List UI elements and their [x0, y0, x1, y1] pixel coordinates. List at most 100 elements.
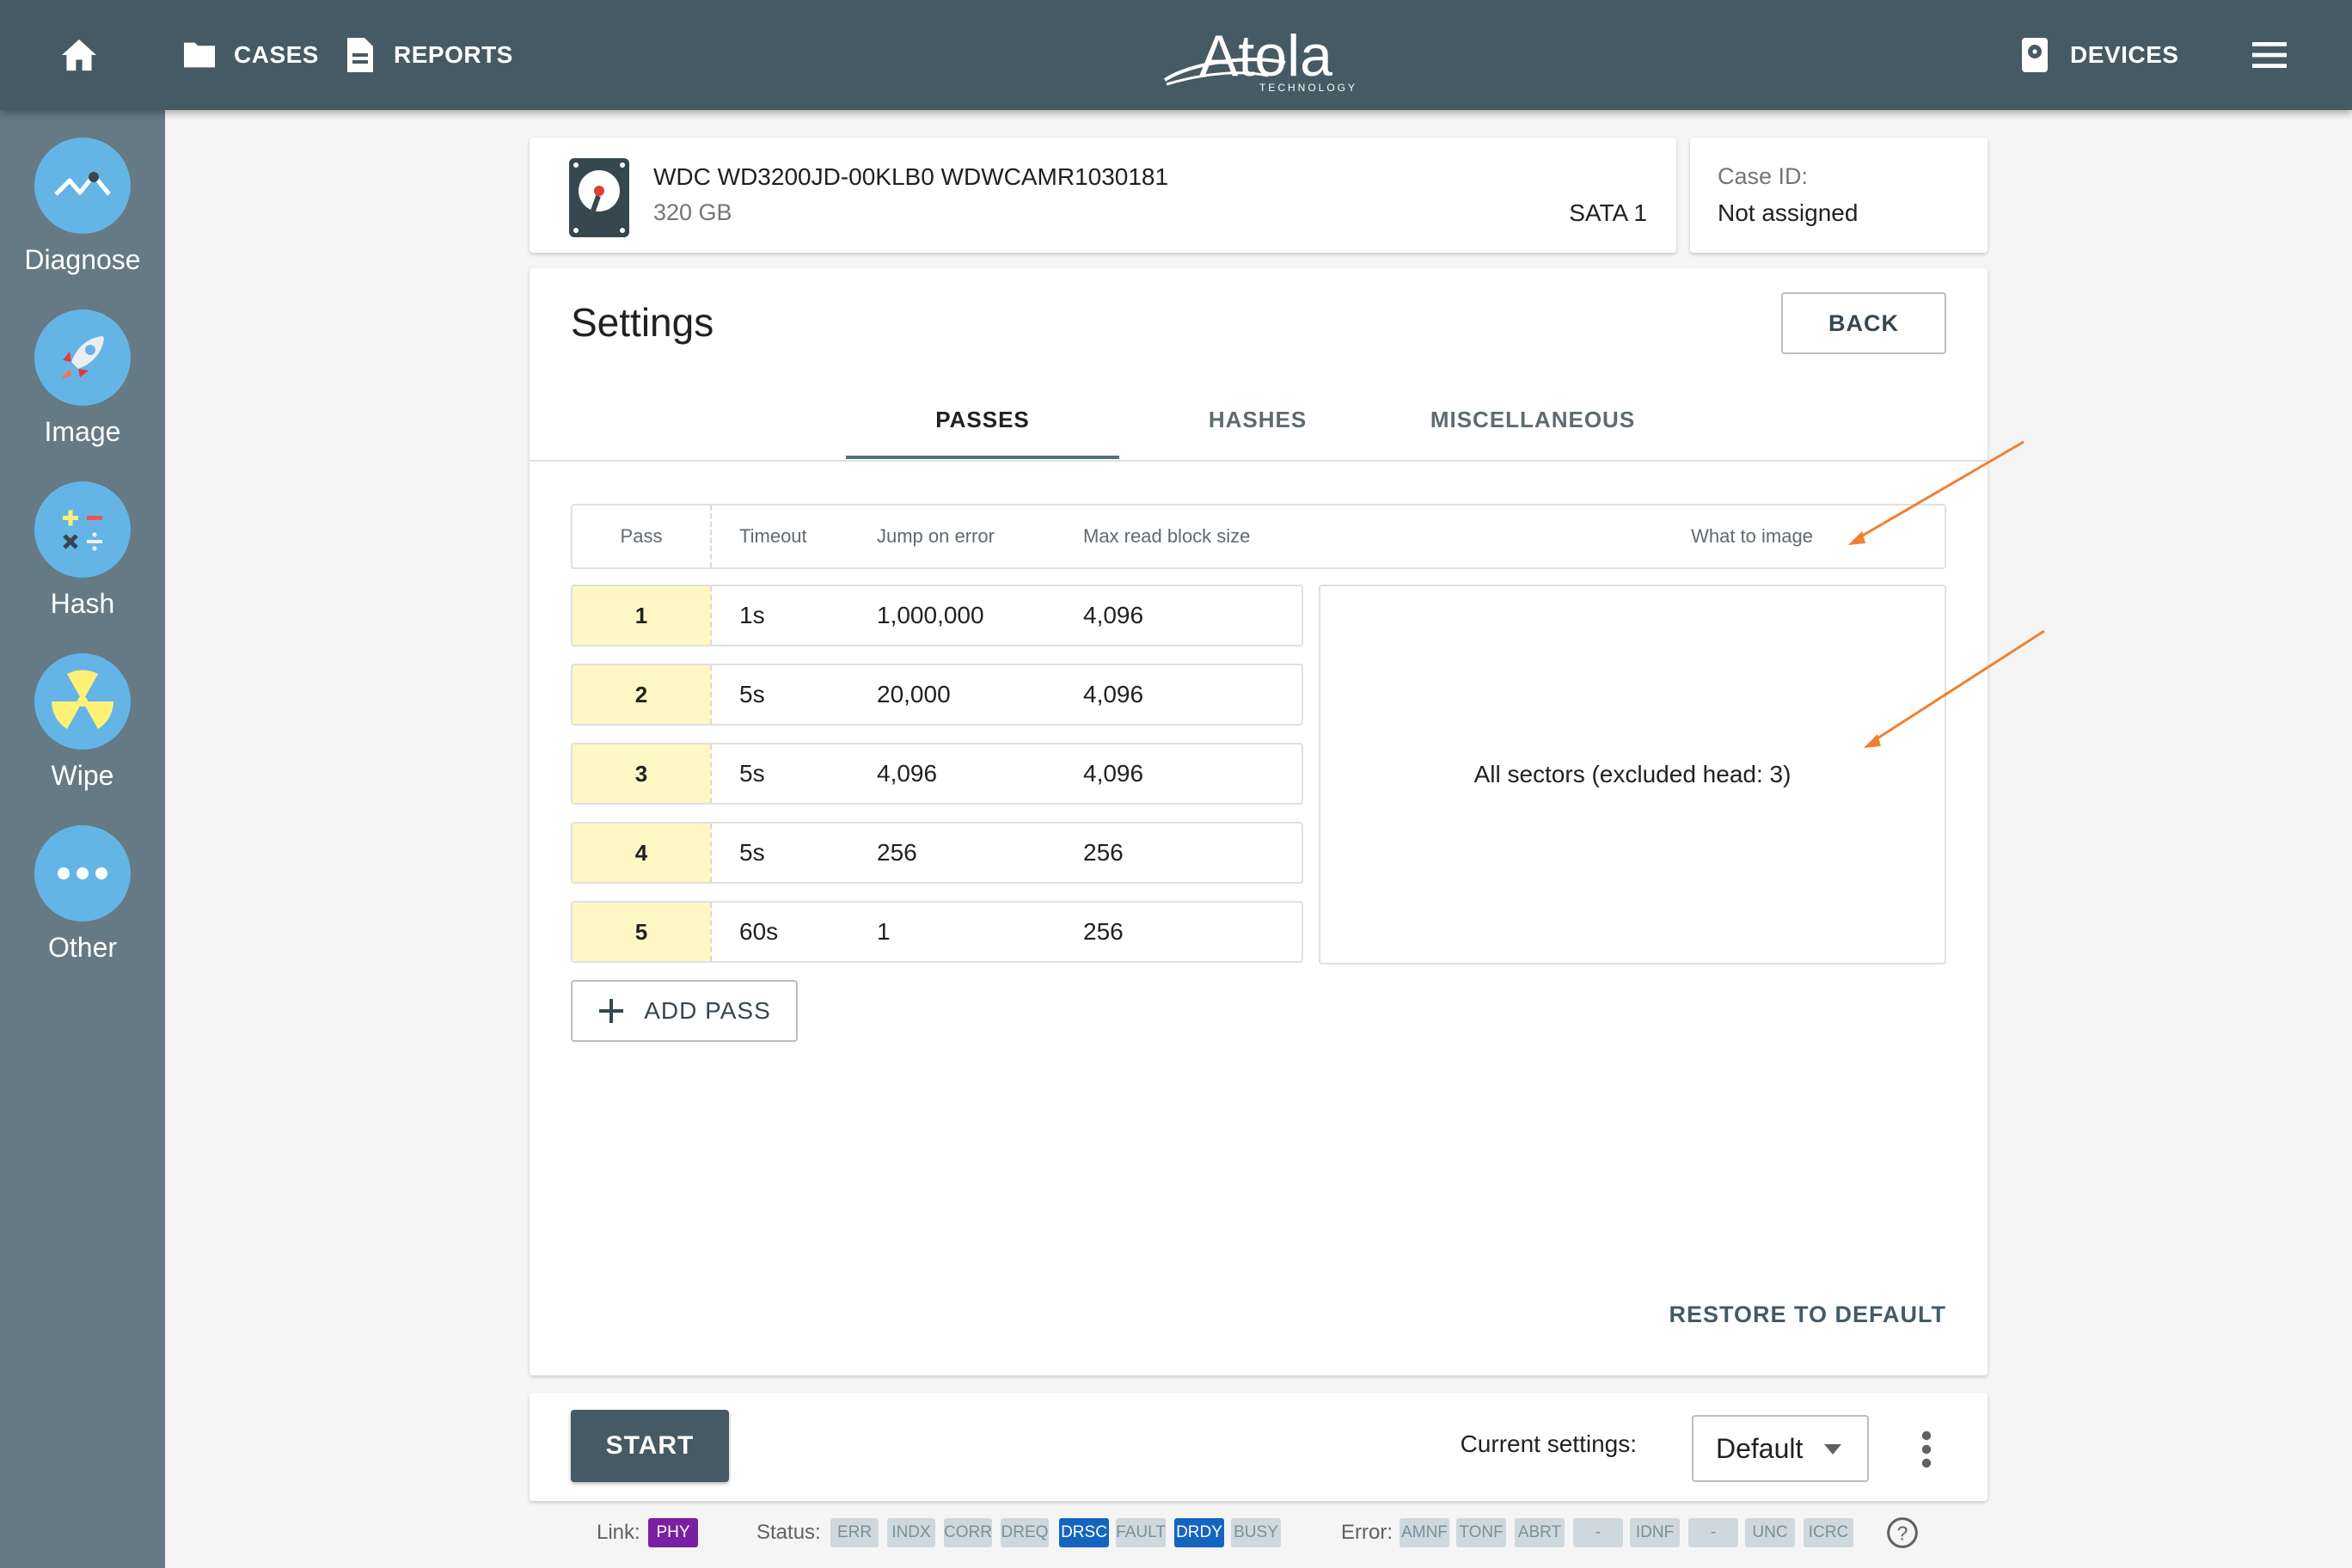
pass-timeout: 1s [739, 602, 765, 628]
sidebar-item-label: Image [44, 416, 121, 447]
cases-label: CASES [234, 41, 319, 68]
case-card[interactable]: Case ID: Not assigned [1690, 138, 1988, 253]
device-card: WDC WD3200JD-00KLB0 WDWCAMR1030181 320 G… [530, 138, 1676, 253]
error-chip: - [1573, 1518, 1623, 1547]
tab-passes[interactable]: PASSES [846, 378, 1119, 461]
pass-jump-on-error: 4,096 [877, 760, 938, 787]
status-label: Status: [756, 1521, 821, 1544]
status-chip: INDX [887, 1518, 935, 1547]
devices-label: DEVICES [2070, 41, 2179, 68]
pass-number: 4 [573, 824, 712, 882]
pass-max-block-size: 256 [1083, 918, 1124, 945]
active-tab-indicator [846, 456, 1119, 459]
pass-row[interactable]: 1 1s 1,000,000 4,096 [571, 585, 1303, 646]
current-settings-select[interactable]: Default [1692, 1415, 1869, 1482]
tabs-divider [530, 460, 1988, 462]
start-button[interactable]: START [571, 1410, 729, 1482]
dropdown-arrow-icon [1824, 1444, 1841, 1455]
pass-row[interactable]: 4 5s 256 256 [571, 822, 1303, 884]
annotation-arrow [1854, 440, 2024, 542]
current-settings-value: Default [1716, 1433, 1804, 1464]
sidebar-item-label: Hash [50, 588, 115, 619]
sidebar-item-other[interactable]: Other [0, 825, 165, 989]
error-chip: IDNF [1630, 1518, 1680, 1547]
cases-button[interactable]: CASES [181, 0, 319, 110]
kebab-menu-icon [1921, 1430, 1932, 1468]
reports-label: REPORTS [394, 41, 513, 68]
add-pass-label: ADD PASS [644, 997, 771, 1024]
sidebar-item-label: Wipe [51, 760, 114, 791]
link-chip: PHY [648, 1518, 698, 1547]
home-button[interactable] [60, 0, 98, 110]
sidebar-item-label: Diagnose [24, 244, 141, 275]
status-chip: BUSY [1231, 1518, 1281, 1547]
diagnose-icon [34, 138, 131, 234]
pass-max-block-size: 4,096 [1083, 602, 1144, 628]
passes-table-header: Pass Timeout Jump on error Max read bloc… [571, 504, 1946, 569]
pass-timeout: 5s [739, 681, 765, 707]
status-chip: DRSC [1059, 1518, 1109, 1547]
svg-text:Atola: Atola [1199, 23, 1332, 89]
annotation-arrows [1848, 440, 2045, 748]
hdd-icon [567, 156, 631, 243]
case-id-value: Not assigned [1718, 199, 1859, 226]
column-header-max-read-block-size: Max read block size [1083, 525, 1251, 547]
restore-default-button[interactable]: RESTORE TO DEFAULT [1669, 1302, 1946, 1328]
svg-text:?: ? [1897, 1522, 1908, 1545]
home-icon [62, 39, 96, 71]
back-button[interactable]: BACK [1781, 292, 1946, 354]
pass-max-block-size: 4,096 [1083, 760, 1144, 787]
sidebar-item-label: Other [47, 932, 118, 963]
annotation-arrowhead [1864, 734, 1881, 748]
error-chip: ABRT [1515, 1518, 1565, 1547]
sidebar-item-wipe[interactable]: Wipe [0, 653, 165, 817]
status-chip: DREQ [1001, 1518, 1049, 1547]
atola-logo: Atola TECHNOLOGY [1156, 15, 1371, 95]
device-name: WDC WD3200JD-00KLB0 WDWCAMR1030181 [653, 163, 1169, 190]
sidebar-item-diagnose[interactable]: Diagnose [0, 138, 165, 301]
device-port: SATA 1 [1569, 199, 1647, 226]
tab-hashes[interactable]: HASHES [1121, 378, 1394, 461]
pass-timeout: 60s [739, 918, 779, 945]
pass-jump-on-error: 1 [877, 918, 891, 945]
error-chip: ICRC [1804, 1518, 1853, 1547]
error-chip: TONF [1456, 1518, 1506, 1547]
add-pass-button[interactable]: ADD PASS [571, 980, 798, 1042]
rocket-icon [34, 309, 131, 406]
document-icon [347, 38, 373, 72]
radiation-icon [34, 653, 131, 750]
pass-jump-on-error: 256 [877, 839, 917, 866]
error-label: Error: [1341, 1521, 1393, 1544]
device-capacity: 320 GB [653, 199, 732, 225]
sidebar-item-hash[interactable]: Hash [0, 481, 165, 645]
pass-row[interactable]: 5 60s 1 256 [571, 901, 1303, 963]
more-options-button[interactable] [1914, 1425, 1939, 1473]
pass-number: 2 [573, 665, 712, 724]
reports-button[interactable]: REPORTS [344, 0, 513, 110]
pass-timeout: 5s [739, 839, 765, 866]
error-chip: - [1688, 1518, 1738, 1547]
plus-icon [599, 999, 624, 1023]
status-chip: DRDY [1174, 1518, 1224, 1547]
devices-button[interactable]: DEVICES [2020, 0, 2178, 110]
pass-number: 3 [573, 744, 712, 803]
help-button[interactable]: ? [1886, 1516, 1919, 1553]
calculator-icon [34, 481, 131, 578]
sidebar-item-image[interactable]: Image [0, 309, 165, 473]
menu-button[interactable] [2252, 0, 2287, 110]
pass-number: 5 [573, 903, 712, 961]
help-icon: ? [1887, 1517, 1918, 1548]
pass-max-block-size: 4,096 [1083, 681, 1144, 707]
tab-miscellaneous[interactable]: MISCELLANEOUS [1396, 378, 1669, 461]
error-chip: UNC [1745, 1518, 1795, 1547]
case-id-label: Case ID: [1718, 163, 1809, 189]
current-settings-label: Current settings: [1460, 1430, 1637, 1457]
pass-row[interactable]: 2 5s 20,000 4,096 [571, 664, 1303, 726]
column-header-timeout: Timeout [739, 525, 807, 547]
column-header-pass: Pass [573, 505, 712, 567]
pass-row[interactable]: 3 5s 4,096 4,096 [571, 743, 1303, 805]
hamburger-icon [2252, 42, 2287, 68]
column-header-jump-on-error: Jump on error [877, 525, 995, 547]
more-dots-icon [34, 825, 131, 922]
error-chip: AMNF [1400, 1518, 1449, 1547]
